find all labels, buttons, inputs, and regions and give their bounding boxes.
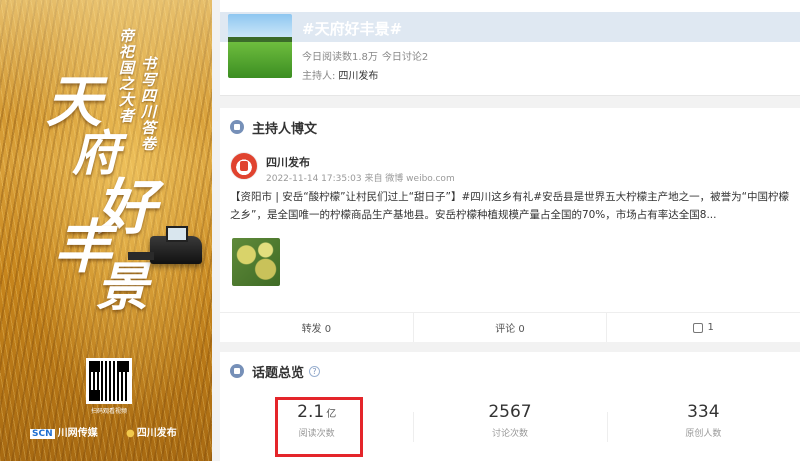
highlight-box: [275, 397, 363, 457]
poster-sky: [0, 0, 212, 120]
poster-subtitle-2: 书写四川答卷: [139, 56, 157, 152]
brand-logo-left: SCN 川网传媒: [30, 424, 98, 439]
stat-value: 334: [687, 402, 720, 422]
overview-title: 话题总览: [252, 365, 305, 381]
host-posts-title: 主持人博文: [252, 121, 318, 137]
avatar[interactable]: [230, 152, 258, 180]
sichuan-release-logo-icon: ●: [126, 428, 135, 439]
poster-title-char: 府: [72, 126, 121, 182]
like-count: 1: [707, 322, 714, 333]
post-meta: 2022-11-14 17:35:03 来自 微博 weibo.com: [266, 174, 455, 184]
post-actions: 转发 0 评论 0 1: [220, 312, 800, 342]
repost-button[interactable]: 转发 0: [220, 313, 413, 342]
post-author[interactable]: 四川发布: [266, 154, 310, 170]
brand-logo-right: ● 四川发布: [126, 424, 177, 439]
post-image-lemons[interactable]: [232, 238, 280, 286]
brand-left-name: 川网传媒: [57, 428, 98, 439]
overview-icon: [230, 364, 244, 378]
topic-overview-section: 话题总览 ? 2.1 亿 阅读次数 2567 讨论次数 334 原创人数: [220, 352, 800, 461]
host-posts-header: 主持人博文: [230, 118, 318, 137]
topic-header: #天府好丰景# 今日阅读数1.8万 今日讨论2 主持人: 四川发布: [220, 0, 800, 96]
post-text: 【资阳市 | 安岳“酸柠檬”让村民们过上“甜日子”】#四川这乡有礼#安岳县是世界…: [230, 191, 790, 221]
help-icon[interactable]: ?: [309, 365, 321, 377]
topic-host: 主持人: 四川发布: [302, 67, 378, 82]
qr-code: [86, 358, 132, 404]
topic-panel: #天府好丰景# 今日阅读数1.8万 今日讨论2 主持人: 四川发布 主持人博文 四川…: [212, 0, 800, 461]
host-posts-section: 主持人博文 四川发布 2022-11-14 17:35:03 来自 微博 wei…: [220, 108, 800, 342]
stat-discussions: 2567 讨论次数: [413, 402, 606, 458]
stat-value: 2567: [488, 402, 532, 422]
harvester-image: [128, 226, 202, 264]
topic-poster: 帝祀国之大者 书写四川答卷 天 府 好 丰 景 扫码观看视频 SCN 川网传媒 ●…: [0, 0, 212, 461]
stat-original-authors: 334 原创人数: [606, 402, 800, 458]
topic-thumbnail[interactable]: [228, 14, 292, 78]
qr-caption: 扫码观看视频: [90, 408, 127, 415]
repost-label: 转发 0: [301, 324, 332, 335]
overview-stats: 2.1 亿 阅读次数 2567 讨论次数 334 原创人数: [220, 397, 800, 458]
topic-title[interactable]: #天府好丰景#: [302, 18, 402, 39]
comment-label: 评论 0: [495, 324, 525, 335]
scn-logo-icon: SCN: [30, 429, 55, 439]
comment-button[interactable]: 评论 0: [412, 313, 607, 342]
poster-title-char: 天: [46, 69, 102, 135]
poster-title-char: 景: [96, 257, 149, 318]
stat-label: 原创人数: [685, 429, 722, 439]
document-icon: [230, 120, 244, 134]
topic-discussion-count: 今日讨论2: [381, 52, 429, 63]
thumbs-up-icon: [693, 322, 704, 333]
like-button[interactable]: 1: [606, 313, 800, 342]
topic-host-name[interactable]: 四川发布: [338, 71, 378, 82]
topic-host-label: 主持人:: [302, 71, 336, 82]
topic-read-count: 今日阅读数1.8万: [302, 52, 378, 63]
stat-reads: 2.1 亿 阅读次数: [220, 397, 413, 458]
poster-subtitle-1: 帝祀国之大者: [117, 28, 135, 124]
topic-stats: 今日阅读数1.8万 今日讨论2: [302, 48, 428, 63]
overview-header: 话题总览 ?: [230, 362, 321, 381]
brand-right-name: 四川发布: [136, 428, 177, 439]
stat-label: 讨论次数: [491, 429, 528, 439]
